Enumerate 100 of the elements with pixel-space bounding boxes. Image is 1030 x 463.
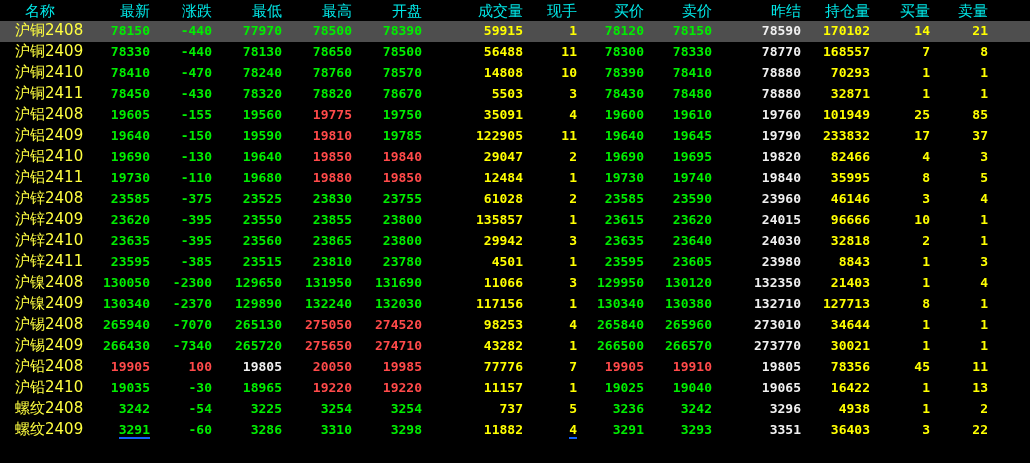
table-cell: -430 [180, 86, 212, 103]
table-cell: 4 [569, 422, 577, 439]
table-cell: 78120 [604, 23, 644, 40]
table-cell: 266500 [597, 338, 644, 355]
table-cell: 3236 [612, 401, 644, 418]
column-header[interactable]: 最新 [83, 0, 153, 21]
table-cell: 20050 [312, 359, 352, 376]
table-cell: 3310 [320, 422, 352, 439]
table-cell: 78430 [604, 86, 644, 103]
column-header[interactable]: 名称 [0, 0, 83, 21]
column-header[interactable]: 涨跌 [153, 0, 215, 21]
table-cell: 273010 [754, 317, 801, 334]
table-cell: 19730 [110, 170, 150, 187]
table-cell: 19220 [312, 380, 352, 397]
table-cell: 1 [569, 23, 577, 40]
column-header[interactable]: 最低 [215, 0, 285, 21]
table-cell: 19645 [672, 128, 712, 145]
column-header[interactable]: 成交量 [425, 0, 526, 21]
column-header[interactable]: 持仓量 [804, 0, 873, 21]
table-cell: -2300 [172, 275, 212, 292]
table-cell: 43282 [483, 338, 523, 355]
table-cell: 24015 [761, 212, 801, 229]
table-cell: 3286 [250, 422, 282, 439]
table-cell: 273770 [754, 338, 801, 355]
table-cell: 11 [561, 44, 577, 61]
table-cell: 61028 [483, 191, 523, 208]
table-cell: 32871 [830, 86, 870, 103]
table-cell: 2 [980, 401, 988, 418]
table-cell: -110 [180, 170, 212, 187]
table-cell: 29047 [483, 149, 523, 166]
table-cell: 2 [569, 149, 577, 166]
table-cell: 19065 [761, 380, 801, 397]
table-cell: 274520 [375, 317, 422, 334]
table-cell: 130380 [665, 296, 712, 313]
table-cell: 1 [980, 212, 988, 229]
table-cell: 1 [922, 317, 930, 334]
contract-name: 沪铜2411 [15, 86, 84, 103]
contract-name: 沪镍2409 [15, 296, 84, 313]
table-cell: 3 [922, 191, 930, 208]
contract-name: 沪铜2410 [15, 65, 84, 82]
table-cell: 11157 [483, 380, 523, 397]
table-cell: 1 [922, 254, 930, 271]
table-cell: 3 [569, 86, 577, 103]
table-cell: 78590 [761, 23, 801, 40]
column-header[interactable]: 卖量 [933, 0, 991, 21]
contract-name: 沪铅2408 [15, 359, 84, 376]
table-cell: 1 [922, 86, 930, 103]
table-cell: 23980 [761, 254, 801, 271]
table-cell: 19840 [382, 149, 422, 166]
table-cell: 36403 [830, 422, 870, 439]
table-cell: 19690 [110, 149, 150, 166]
table-cell: 78130 [242, 44, 282, 61]
column-header[interactable]: 昨结 [715, 0, 804, 21]
table-cell: -470 [180, 65, 212, 82]
contract-name: 沪铜2408 [15, 23, 84, 40]
table-cell: 19025 [604, 380, 644, 397]
column-header[interactable]: 最高 [285, 0, 355, 21]
table-cell: 45 [914, 359, 930, 376]
table-cell: 23780 [382, 254, 422, 271]
table-cell: 19850 [382, 170, 422, 187]
table-cell: 85 [972, 107, 988, 124]
table-cell: 2 [922, 233, 930, 250]
table-cell: 1 [569, 170, 577, 187]
table-cell: 25 [914, 107, 930, 124]
column-header[interactable]: 开盘 [355, 0, 425, 21]
table-cell: 130340 [597, 296, 644, 313]
column-header[interactable]: 买价 [580, 0, 647, 21]
column-header[interactable]: 买量 [873, 0, 933, 21]
table-cell: 5503 [491, 86, 523, 103]
table-cell: 78480 [672, 86, 712, 103]
table-cell: 4 [569, 107, 577, 124]
table-cell: 19910 [672, 359, 712, 376]
column-header[interactable]: 卖价 [647, 0, 715, 21]
table-cell: 1 [922, 275, 930, 292]
table-cell: 82466 [830, 149, 870, 166]
table-cell: 78300 [604, 44, 644, 61]
table-cell: 19600 [604, 107, 644, 124]
table-cell: 1 [569, 296, 577, 313]
table-cell: 265960 [665, 317, 712, 334]
table-cell: 265720 [235, 338, 282, 355]
table-cell: 131950 [305, 275, 352, 292]
table-cell: 23615 [604, 212, 644, 229]
row-highlight[interactable] [0, 21, 1030, 42]
table-cell: 78320 [242, 86, 282, 103]
table-cell: 19760 [761, 107, 801, 124]
table-cell: 78240 [242, 65, 282, 82]
contract-name: 沪锌2410 [15, 233, 84, 250]
table-cell: 78570 [382, 65, 422, 82]
contract-name: 沪镍2408 [15, 275, 84, 292]
table-cell: 100 [188, 359, 212, 376]
table-cell: 1 [980, 65, 988, 82]
table-cell: 19640 [242, 149, 282, 166]
table-cell: 78670 [382, 86, 422, 103]
table-cell: 3 [980, 149, 988, 166]
table-cell: 98253 [483, 317, 523, 334]
contract-name: 沪铝2410 [15, 149, 84, 166]
table-cell: 1 [569, 212, 577, 229]
table-cell: 23830 [312, 191, 352, 208]
table-cell: 7 [922, 44, 930, 61]
column-header[interactable]: 现手 [526, 0, 580, 21]
